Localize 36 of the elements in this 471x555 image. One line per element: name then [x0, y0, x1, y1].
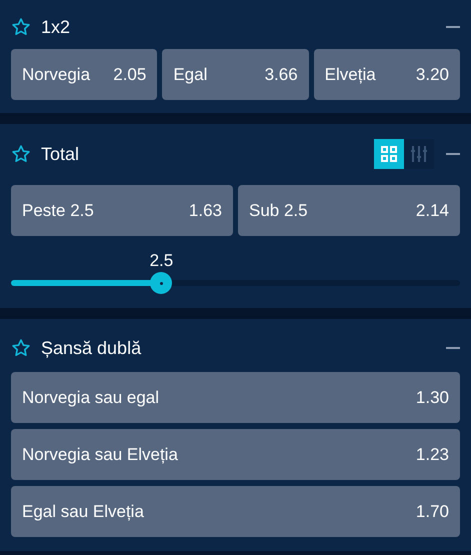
grid-icon	[380, 145, 398, 163]
slider-value: 2.5	[150, 250, 174, 272]
odds-button[interactable]: Elveția 3.20	[314, 49, 460, 100]
odds-button[interactable]: Egal 3.66	[162, 49, 309, 100]
slider[interactable]	[11, 272, 460, 294]
odds-value: 1.23	[416, 444, 449, 466]
odds-value: 3.66	[264, 64, 298, 86]
outcome-label: Egal sau Elveția	[22, 500, 144, 523]
odds-value: 1.70	[416, 500, 449, 523]
odds-button[interactable]: Norvegia 2.05	[11, 49, 158, 100]
outcome-label: Peste 2.5	[22, 200, 94, 222]
outcome-label: Egal	[173, 64, 208, 86]
market-title: Șansă dublă	[41, 336, 142, 360]
odds-value: 1.63	[188, 200, 222, 222]
market-title: Total	[41, 142, 80, 166]
outcome-label: Elveția	[324, 64, 376, 86]
sliders-view-button[interactable]	[404, 139, 434, 169]
odds-button[interactable]: Sub 2.5 2.14	[238, 185, 460, 236]
odds-button[interactable]: Peste 2.5 1.63	[11, 185, 233, 236]
star-icon[interactable]	[11, 144, 31, 164]
odds-value: 3.20	[416, 64, 449, 86]
outcome-label: Norvegia	[22, 64, 90, 86]
slider-thumb[interactable]	[150, 272, 172, 294]
star-icon[interactable]	[11, 17, 31, 37]
sliders-icon	[410, 145, 428, 163]
outcome-label: Sub 2.5	[249, 200, 308, 222]
odds-value: 2.14	[416, 200, 449, 222]
odds-button[interactable]: Norvegia sau egal 1.30	[11, 372, 460, 423]
odds-value: 1.30	[416, 386, 449, 409]
odds-button[interactable]: Norvegia sau Elveția 1.23	[11, 429, 460, 480]
outcome-label: Norvegia sau egal	[22, 386, 160, 409]
odds-value: 2.05	[113, 64, 146, 86]
outcome-label: Norvegia sau Elveția	[22, 444, 178, 466]
star-icon[interactable]	[11, 338, 31, 358]
odds-button[interactable]: Egal sau Elveția 1.70	[11, 486, 460, 537]
market-title: 1x2	[41, 16, 72, 38]
